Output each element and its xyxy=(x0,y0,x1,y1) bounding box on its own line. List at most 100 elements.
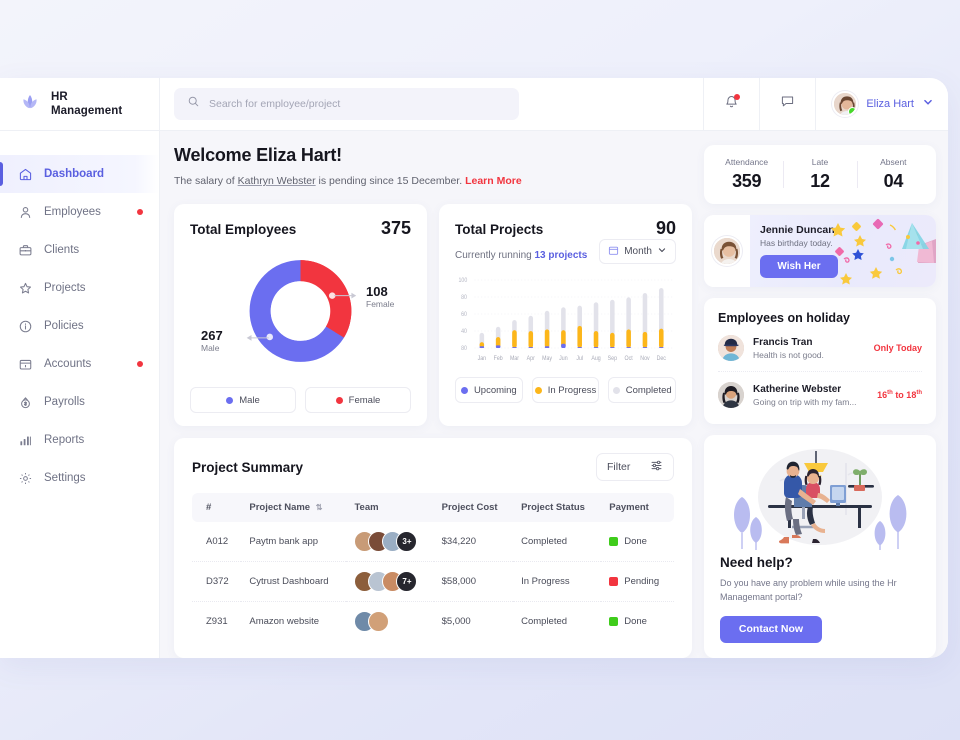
sidebar-item-payrolls[interactable]: Payrolls xyxy=(0,383,159,421)
table-header: # Project Name ⇅ Team Project Cost Proje… xyxy=(192,493,674,522)
avatar xyxy=(718,335,744,361)
legend-completed[interactable]: Completed xyxy=(608,377,677,403)
cell-project-status: Completed xyxy=(513,522,602,562)
legend-upcoming[interactable]: Upcoming xyxy=(455,377,523,403)
sidebar-item-label: Dashboard xyxy=(44,168,105,180)
legend-dot xyxy=(460,386,468,394)
sidebar-nav: Dashboard Employees Clients Projects Pol… xyxy=(0,131,159,497)
sidebar-item-label: Policies xyxy=(44,320,84,332)
notifications-button[interactable] xyxy=(703,78,759,131)
cell-project-cost: $58,000 xyxy=(433,561,514,602)
legend-female[interactable]: Female xyxy=(305,387,411,413)
need-help-card: Need help? Do you have any problem while… xyxy=(704,435,936,658)
period-selector[interactable]: Month xyxy=(599,239,676,264)
stat-caption: Attendance xyxy=(725,157,769,167)
card-title: Need help? xyxy=(720,555,793,570)
stat-value: 12 xyxy=(810,171,830,191)
attendance-stats-card: Attendance 359 Late 12 Absent 04 xyxy=(704,145,936,204)
total-projects-header: Total Projects 90 xyxy=(455,218,676,239)
app-window: HR Management Dashboard Employees Client… xyxy=(0,78,948,658)
birthday-card: Jennie Duncan Has birthday today. Wish H… xyxy=(704,215,936,287)
card-title: Total Projects xyxy=(455,222,544,237)
list-item[interactable]: Katherine Webster Going on trip with my … xyxy=(718,372,922,418)
info-circle-icon xyxy=(18,319,33,334)
column-label: Project Name xyxy=(249,502,311,513)
cell-team xyxy=(346,602,433,642)
male-label: 267 Male xyxy=(201,328,223,354)
sort-icon: ⇅ xyxy=(315,503,323,512)
sidebar-item-reports[interactable]: Reports xyxy=(0,421,159,459)
user-icon xyxy=(18,205,33,220)
online-status-dot xyxy=(848,107,857,115)
legend-label: Female xyxy=(348,394,381,406)
content-area: Welcome Eliza Hart! The salary of Kathry… xyxy=(160,131,948,658)
column-project-name[interactable]: Project Name ⇅ xyxy=(241,493,347,522)
legend-label: Upcoming xyxy=(473,384,517,396)
total-employees-card: Total Employees 375 108 Female 267 Male … xyxy=(174,204,427,426)
column-project-cost: Project Cost xyxy=(433,493,514,522)
stat-absent: Absent 04 xyxy=(856,157,930,192)
period-label: Month xyxy=(624,246,652,257)
sidebar-item-label: Employees xyxy=(44,206,101,218)
employee-name: Katherine Webster xyxy=(753,383,842,395)
contact-now-button[interactable]: Contact Now xyxy=(720,615,822,643)
salary-notice-middle: is pending since 15 December. xyxy=(315,175,466,187)
sidebar-item-projects[interactable]: Projects xyxy=(0,269,159,307)
cell-id: A012 xyxy=(192,522,242,562)
salary-notice-employee[interactable]: Kathryn Webster xyxy=(238,175,316,187)
learn-more-link[interactable]: Learn More xyxy=(465,175,522,187)
legend-male[interactable]: Male xyxy=(190,387,296,413)
messages-button[interactable] xyxy=(759,78,815,131)
chevron-down-icon xyxy=(922,95,934,113)
table-row[interactable]: Z931 Amazon website $5,000 Completed Don… xyxy=(192,602,674,642)
list-item[interactable]: Francis Tran Health is not good. Only To… xyxy=(718,325,922,372)
cell-payment: Done xyxy=(601,522,674,562)
sidebar-item-dashboard[interactable]: Dashboard xyxy=(0,155,159,193)
svg-text:Nov: Nov xyxy=(640,356,650,362)
topbar: Eliza Hart xyxy=(160,78,948,131)
sidebar-item-accounts[interactable]: Accounts xyxy=(0,345,159,383)
card-title: Employees on holiday xyxy=(718,311,850,325)
wish-her-button[interactable]: Wish Her xyxy=(760,255,838,278)
payment-label: Pending xyxy=(624,576,660,587)
table-row[interactable]: D372 Cytrust Dashboard 7+ $58,000 In Pro… xyxy=(192,561,674,602)
employees-legend: Male Female xyxy=(190,387,411,413)
avatar xyxy=(718,382,744,408)
stat-value: 04 xyxy=(883,171,904,191)
notification-badge xyxy=(734,93,741,100)
help-description: Do you have any problem while using the … xyxy=(720,578,897,602)
search-input[interactable] xyxy=(209,98,506,110)
cell-team: 7+ xyxy=(346,561,434,602)
cell-project-status: Completed xyxy=(521,616,568,627)
brand[interactable]: HR Management xyxy=(0,78,159,131)
search-icon xyxy=(187,95,200,113)
cell-project-name: Cytrust Dashboard xyxy=(241,561,347,602)
cell-project-status: In Progress xyxy=(513,561,602,602)
sidebar-item-label: Settings xyxy=(44,472,86,484)
filter-button[interactable]: Filter xyxy=(596,453,674,481)
search-box[interactable] xyxy=(174,88,519,120)
sidebar-item-policies[interactable]: Policies xyxy=(0,307,159,345)
sidebar-item-settings[interactable]: Settings xyxy=(0,459,159,497)
running-prefix: Currently running xyxy=(455,249,535,261)
holiday-duration: 16th to 18th xyxy=(877,390,922,400)
brand-line-2: Management xyxy=(51,105,123,117)
status-badge: Done xyxy=(609,536,666,547)
legend-in-progress[interactable]: In Progress xyxy=(531,377,600,403)
employees-on-holiday-card: Employees on holiday Francis Tran Health… xyxy=(704,298,936,424)
svg-text:60: 60 xyxy=(461,312,467,318)
sidebar-item-employees[interactable]: Employees xyxy=(0,193,159,231)
user-menu[interactable]: Eliza Hart xyxy=(815,78,948,131)
male-caption: Male xyxy=(201,343,220,354)
payment-label: Done xyxy=(624,536,647,547)
sidebar-item-clients[interactable]: Clients xyxy=(0,231,159,269)
primary-column: Welcome Eliza Hart! The salary of Kathry… xyxy=(174,145,692,658)
projects-bar-chart: 100 80 60 40 80 Jan Feb Mar Apr May Jun … xyxy=(455,272,676,367)
female-value: 108 xyxy=(366,284,388,299)
svg-text:Aug: Aug xyxy=(591,356,600,362)
table-row[interactable]: A012 Paytm bank app 3+ $34,220 Completed… xyxy=(192,522,674,562)
svg-text:Sep: Sep xyxy=(608,356,617,362)
team-overflow-count: 7+ xyxy=(396,571,418,592)
cell-team: 3+ xyxy=(346,522,434,562)
sidebar-item-label: Accounts xyxy=(44,358,92,370)
